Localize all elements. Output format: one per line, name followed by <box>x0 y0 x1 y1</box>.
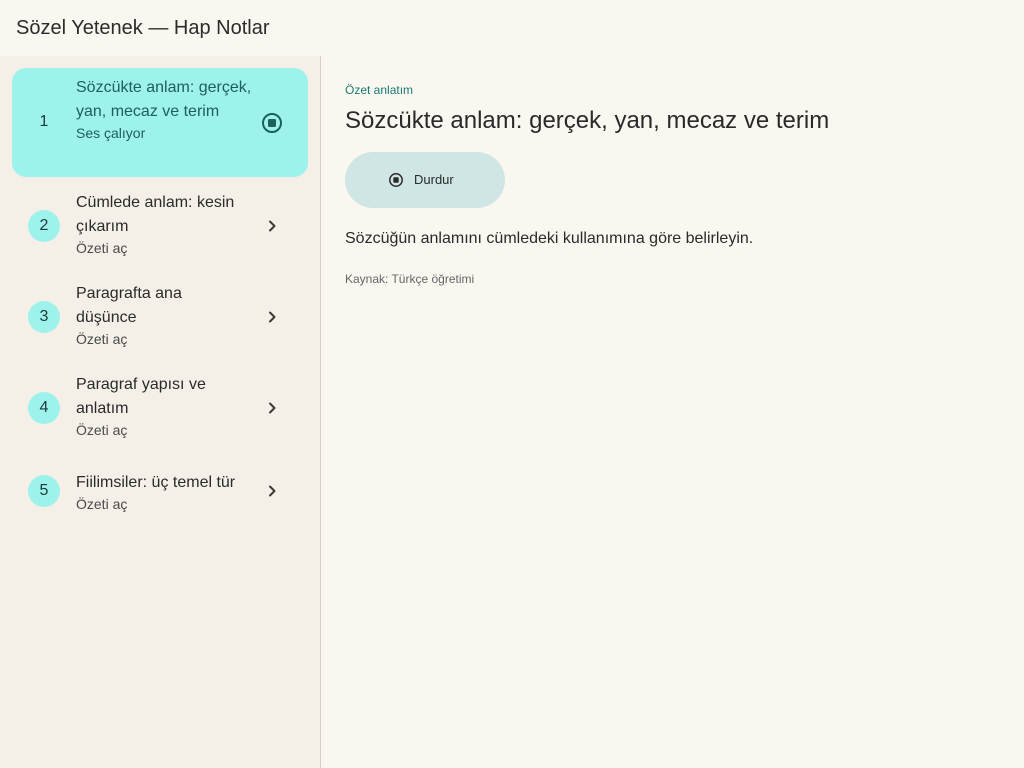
item-text: Fiilimsiler: üç temel tür Özeti aç <box>76 471 251 513</box>
sidebar-item-2[interactable]: 2 Cümlede anlam: kesin çıkarım Özeti aç <box>12 184 308 268</box>
source-note: Kaynak: Türkçe öğretimi <box>345 272 475 286</box>
item-subtitle: Özeti aç <box>76 331 128 347</box>
item-subtitle: Özeti aç <box>76 240 128 256</box>
chevron-right-icon <box>264 309 280 325</box>
chevron-right-icon <box>264 218 280 234</box>
chevron-right-icon <box>264 483 280 499</box>
sidebar: 1 Sözcükte anlam: gerçek, yan, mecaz ve … <box>0 56 321 768</box>
top-app-bar: Sözel Yetenek — Hap Notlar <box>0 0 1024 56</box>
item-title: Paragrafta ana düşünce <box>76 285 182 326</box>
summary-text: Sözcüğün anlamını cümledeki kullanımına … <box>345 230 754 247</box>
stop-icon <box>388 172 404 188</box>
sidebar-item-4[interactable]: 4 Paragraf yapısı ve anlatım Özeti aç <box>12 366 308 450</box>
item-number: 5 <box>28 475 60 507</box>
stop-button-label: Durdur <box>414 172 454 187</box>
item-number: 1 <box>39 113 49 130</box>
item-title: Cümlede anlam: kesin çıkarım <box>76 194 235 235</box>
item-status: Ses çalıyor <box>76 125 146 141</box>
app-title: Sözel Yetenek — Hap Notlar <box>16 17 270 39</box>
app-window: Sözel Yetenek — Hap Notlar 1 Sözcükte an… <box>0 0 1024 768</box>
item-text: Paragrafta ana düşünce Özeti aç <box>76 282 206 348</box>
item-number: 3 <box>28 301 60 333</box>
item-text: Sözcükte anlam: gerçek, yan, mecaz ve te… <box>76 76 256 142</box>
item-text: Cümlede anlam: kesin çıkarım Özeti aç <box>76 191 256 257</box>
item-title: Sözcükte anlam: gerçek, yan, mecaz ve te… <box>76 79 252 120</box>
section-label: Özet anlatım <box>345 83 414 97</box>
page-title: Sözcükte anlam: gerçek, yan, mecaz ve te… <box>345 107 830 134</box>
item-text: Paragraf yapısı ve anlatım Özeti aç <box>76 373 226 439</box>
item-title: Fiilimsiler: üç temel tür <box>76 474 236 491</box>
sidebar-item-5[interactable]: 5 Fiilimsiler: üç temel tür Özeti aç <box>12 457 308 525</box>
sidebar-item-1[interactable]: 1 Sözcükte anlam: gerçek, yan, mecaz ve … <box>12 68 308 177</box>
item-number: 4 <box>28 392 60 424</box>
stop-icon[interactable] <box>260 111 284 135</box>
item-title: Paragraf yapısı ve anlatım <box>76 376 206 417</box>
chevron-right-icon <box>264 400 280 416</box>
item-subtitle: Özeti aç <box>76 422 128 438</box>
item-number: 2 <box>28 210 60 242</box>
item-subtitle: Özeti aç <box>76 496 128 512</box>
sidebar-item-3[interactable]: 3 Paragrafta ana düşünce Özeti aç <box>12 275 308 359</box>
stop-button[interactable]: Durdur <box>345 152 505 208</box>
